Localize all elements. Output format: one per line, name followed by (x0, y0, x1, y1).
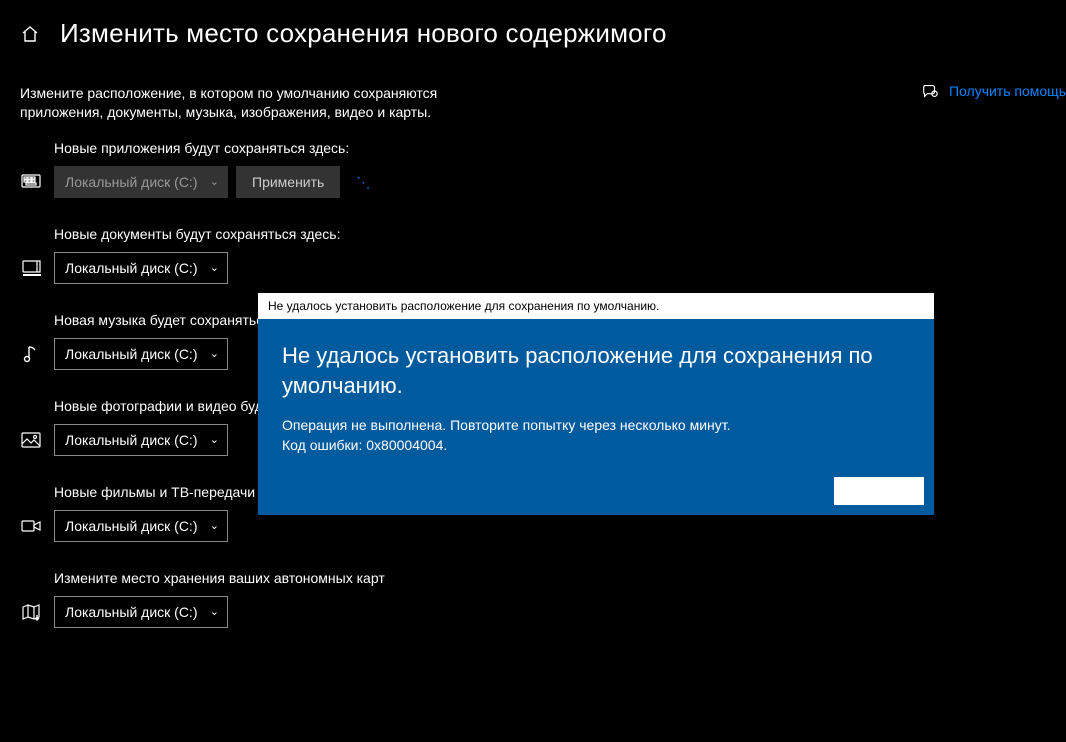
setting-docs: Новые документы будут сохраняться здесь:… (20, 226, 1066, 284)
setting-docs-label: Новые документы будут сохраняться здесь: (20, 226, 1066, 242)
dialog-message-line2: Код ошибки: 0x80004004. (282, 435, 910, 455)
chevron-down-icon: ⌄ (210, 177, 219, 188)
apps-icon (20, 171, 42, 193)
home-icon[interactable] (20, 24, 40, 44)
chevron-down-icon: ⌄ (210, 349, 219, 360)
setting-maps: Измените место хранения ваших автономных… (20, 570, 1066, 628)
chevron-down-icon: ⌄ (210, 607, 219, 618)
page-subtitle: Измените расположение, в котором по умол… (0, 59, 460, 122)
setting-maps-label: Измените место хранения ваших автономных… (20, 570, 1066, 586)
get-help-link[interactable]: Получить помощь (921, 82, 1066, 100)
music-drive-value: Локальный диск (C:) (65, 346, 198, 362)
video-icon (20, 515, 42, 537)
ok-button[interactable]: OK (834, 477, 924, 505)
dialog-titlebar: Не удалось установить расположение для с… (258, 293, 934, 319)
setting-apps: Новые приложения будут сохраняться здесь… (20, 140, 1066, 198)
apply-button[interactable]: Применить (236, 166, 340, 198)
get-help-label: Получить помощь (949, 83, 1066, 99)
chevron-down-icon: ⌄ (210, 521, 219, 532)
dialog-heading: Не удалось установить расположение для с… (282, 341, 910, 401)
music-icon (20, 343, 42, 365)
docs-drive-value: Локальный диск (C:) (65, 260, 198, 276)
docs-drive-select[interactable]: Локальный диск (C:) ⌄ (54, 252, 228, 284)
photos-icon (20, 429, 42, 451)
photos-drive-select[interactable]: Локальный диск (C:) ⌄ (54, 424, 228, 456)
chevron-down-icon: ⌄ (210, 263, 219, 274)
movies-drive-select[interactable]: Локальный диск (C:) ⌄ (54, 510, 228, 542)
maps-icon (20, 601, 42, 623)
setting-apps-label: Новые приложения будут сохраняться здесь… (20, 140, 1066, 156)
loading-spinner-icon: ⋱ (356, 174, 372, 191)
maps-drive-value: Локальный диск (C:) (65, 604, 198, 620)
chevron-down-icon: ⌄ (210, 435, 219, 446)
photos-drive-value: Локальный диск (C:) (65, 432, 198, 448)
apps-drive-select: Локальный диск (C:) ⌄ (54, 166, 228, 198)
page-title: Изменить место сохранения нового содержи… (60, 18, 667, 49)
dialog-message-line1: Операция не выполнена. Повторите попытку… (282, 415, 910, 435)
music-drive-select[interactable]: Локальный диск (C:) ⌄ (54, 338, 228, 370)
chat-icon (921, 82, 939, 100)
documents-icon (20, 257, 42, 279)
movies-drive-value: Локальный диск (C:) (65, 518, 198, 534)
apps-drive-value: Локальный диск (C:) (65, 174, 198, 190)
maps-drive-select[interactable]: Локальный диск (C:) ⌄ (54, 596, 228, 628)
error-dialog: Не удалось установить расположение для с… (258, 293, 934, 515)
